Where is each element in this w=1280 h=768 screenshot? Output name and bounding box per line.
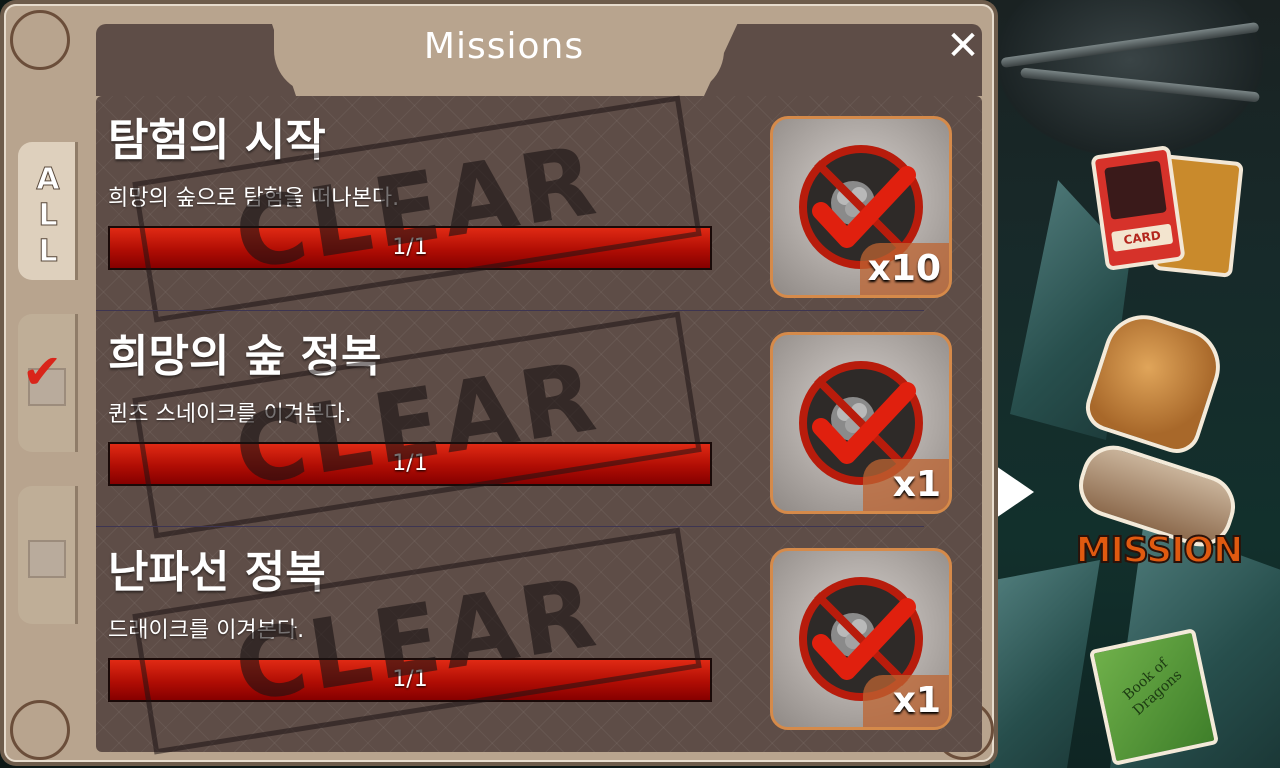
reward-quantity: x1	[863, 459, 949, 511]
mission-row: 난파선 정복 드래이크를 이겨본다. 1/1 CLEAR x1	[96, 527, 976, 755]
reward-button[interactable]: x1	[770, 332, 952, 514]
card-menu-button[interactable]: CARD	[1090, 144, 1244, 280]
checkmark-icon: ✔	[22, 344, 63, 400]
background-crystal	[990, 560, 1100, 768]
tab-all-label: A L L	[36, 162, 60, 270]
mission-menu-button[interactable]: MISSION	[1060, 437, 1250, 580]
backpack-menu-button[interactable]	[1079, 304, 1231, 460]
empty-checkbox-icon	[28, 540, 66, 578]
reward-quantity: x1	[863, 675, 949, 727]
corner-ornament	[10, 700, 70, 760]
panel-pointer-arrow	[996, 466, 1034, 518]
panel-title: Missions	[423, 26, 585, 67]
reward-quantity: x10	[859, 243, 949, 295]
row-divider	[96, 310, 924, 311]
mission-label: MISSION	[1075, 529, 1245, 572]
background-branch	[1020, 67, 1260, 103]
tab-completed[interactable]: ✔	[18, 314, 78, 452]
book-of-dragons-button[interactable]: Book of Dragons	[1086, 628, 1226, 766]
tab-incomplete[interactable]	[18, 486, 78, 624]
background-branch	[1000, 21, 1260, 69]
mission-row: 탐험의 시작 희망의 숲으로 탐험을 떠나본다. 1/1 CLEAR x10	[96, 95, 976, 323]
header-left-panel	[96, 24, 296, 96]
reward-button[interactable]: x1	[770, 548, 952, 730]
reward-button[interactable]: x10	[770, 116, 952, 298]
mission-row: 희망의 숲 정복 퀸즈 스네이크를 이겨본다. 1/1 CLEAR x1	[96, 311, 976, 539]
tab-all[interactable]: A L L	[18, 142, 78, 280]
card-icon: CARD	[1090, 144, 1186, 272]
row-divider	[96, 526, 924, 527]
backpack-icon	[1079, 304, 1231, 460]
book-icon: Book of Dragons	[1088, 628, 1220, 766]
corner-ornament	[10, 10, 70, 70]
book-label: Book of Dragons	[1120, 655, 1186, 719]
card-label: CARD	[1111, 223, 1174, 252]
close-button[interactable]: ✕	[938, 22, 988, 72]
